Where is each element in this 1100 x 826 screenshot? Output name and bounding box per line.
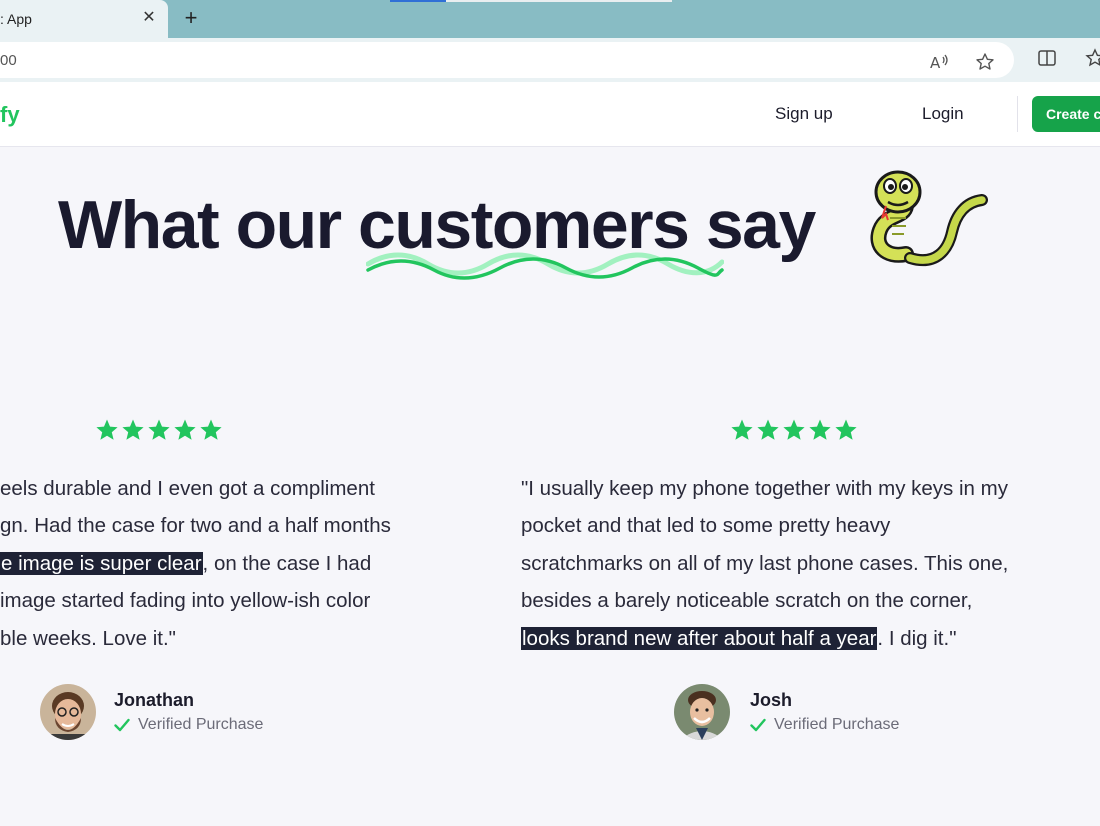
browser-address-bar: 00 A <box>0 38 1100 82</box>
quote-line: "I usually keep my phone together with m… <box>521 477 1008 500</box>
star-icon <box>809 419 831 440</box>
star-icon <box>757 419 779 440</box>
new-tab-button[interactable]: + <box>178 6 204 32</box>
title-part-1: What our <box>58 187 359 263</box>
quote-line: e image is super clear, on the case I ha… <box>0 545 391 582</box>
star-icon <box>122 419 144 440</box>
highlighted-text: looks brand new after about half a year <box>521 626 878 650</box>
star-icon <box>835 419 857 440</box>
verified-text: Verified Purchase <box>138 716 264 733</box>
reviewer-name: Jonathan <box>114 690 195 710</box>
signup-link[interactable]: Sign up <box>775 104 833 124</box>
reviewer-card: Josh Verified Purchase <box>674 684 899 740</box>
quote-text: , on the case I had <box>202 551 372 575</box>
star-icon <box>174 419 196 440</box>
quote-line: eels durable and I even got a compliment <box>0 477 375 500</box>
nav-divider <box>1017 96 1018 132</box>
snake-mascot-icon <box>870 170 988 267</box>
rating-stars <box>730 418 858 442</box>
quote-line: ble weeks. Love it." <box>0 626 176 650</box>
tab-loading-indicator <box>390 0 446 2</box>
quote-line: gn. Had the case for two and a half mont… <box>0 514 391 538</box>
tab-title: : App <box>0 11 32 27</box>
star-icon <box>783 419 805 440</box>
avatar <box>40 684 96 740</box>
svg-text:A: A <box>930 54 941 72</box>
quote-line: scratchmarks on all of my last phone cas… <box>521 551 1009 575</box>
favorites-icon[interactable] <box>1084 48 1100 70</box>
checkmark-icon <box>750 718 766 732</box>
quote-text: . I dig it." <box>877 626 957 650</box>
quote-line: besides a barely noticeable scratch on t… <box>521 589 973 613</box>
login-link[interactable]: Login <box>922 104 964 124</box>
browser-tab[interactable]: : App ✕ <box>0 0 168 38</box>
rating-stars <box>95 418 223 442</box>
verified-text: Verified Purchase <box>774 716 900 733</box>
quote-line: looks brand new after about half a year.… <box>521 620 1008 657</box>
url-input[interactable]: 00 A <box>0 42 1014 78</box>
verified-badge: Verified Purchase <box>114 716 263 734</box>
quote-line: image started fading into yellow-ish col… <box>0 589 371 613</box>
tab-strip-divider <box>446 0 672 2</box>
checkmark-icon <box>114 718 130 732</box>
browser-tab-bar: : App ✕ + <box>0 0 1100 38</box>
reviewer-card: Jonathan Verified Purchase <box>40 684 263 740</box>
site-header: fy Sign up Login Create c <box>0 82 1100 147</box>
avatar <box>674 684 730 740</box>
review-quote: "I usually keep my phone together with m… <box>521 470 1008 657</box>
quote-line: pocket and that led to some pretty heavy <box>521 514 891 538</box>
verified-badge: Verified Purchase <box>750 716 899 734</box>
star-icon <box>148 419 170 440</box>
review-quote: eels durable and I even got a compliment… <box>0 470 391 657</box>
split-screen-icon[interactable] <box>1036 48 1058 70</box>
read-aloud-icon[interactable]: A <box>928 52 950 74</box>
favorite-star-icon[interactable] <box>974 52 996 74</box>
url-text: 00 <box>0 52 17 69</box>
star-icon <box>96 419 118 440</box>
star-icon <box>200 419 222 440</box>
create-case-button[interactable]: Create c <box>1032 96 1100 132</box>
squiggle-underline <box>366 252 724 280</box>
site-logo[interactable]: fy <box>0 102 20 128</box>
close-icon[interactable]: ✕ <box>140 9 158 27</box>
reviewer-name: Josh <box>750 690 793 710</box>
star-icon <box>731 419 753 440</box>
highlighted-text: e image is super clear <box>0 551 203 575</box>
